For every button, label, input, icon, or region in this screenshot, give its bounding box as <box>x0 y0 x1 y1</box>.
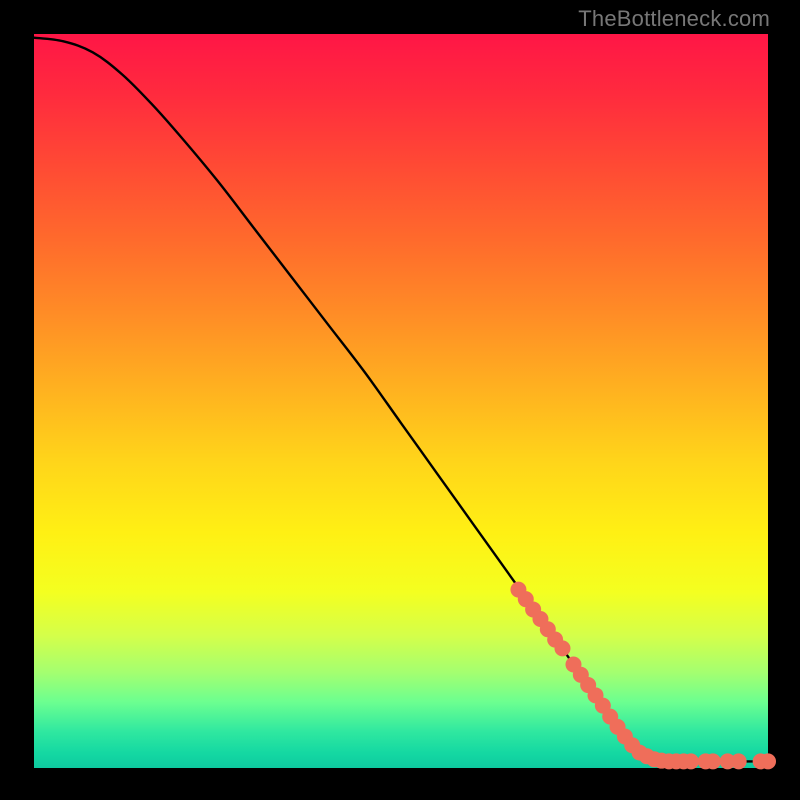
highlight-point <box>554 640 570 656</box>
chart-svg <box>34 34 768 768</box>
bottleneck-curve <box>34 38 768 762</box>
highlight-point <box>760 753 776 769</box>
highlight-point <box>683 753 699 769</box>
highlight-points-group <box>510 582 776 770</box>
plot-area <box>34 34 768 768</box>
highlight-point <box>731 753 747 769</box>
highlight-point <box>705 753 721 769</box>
chart-stage: TheBottleneck.com <box>0 0 800 800</box>
watermark-text: TheBottleneck.com <box>578 6 770 32</box>
